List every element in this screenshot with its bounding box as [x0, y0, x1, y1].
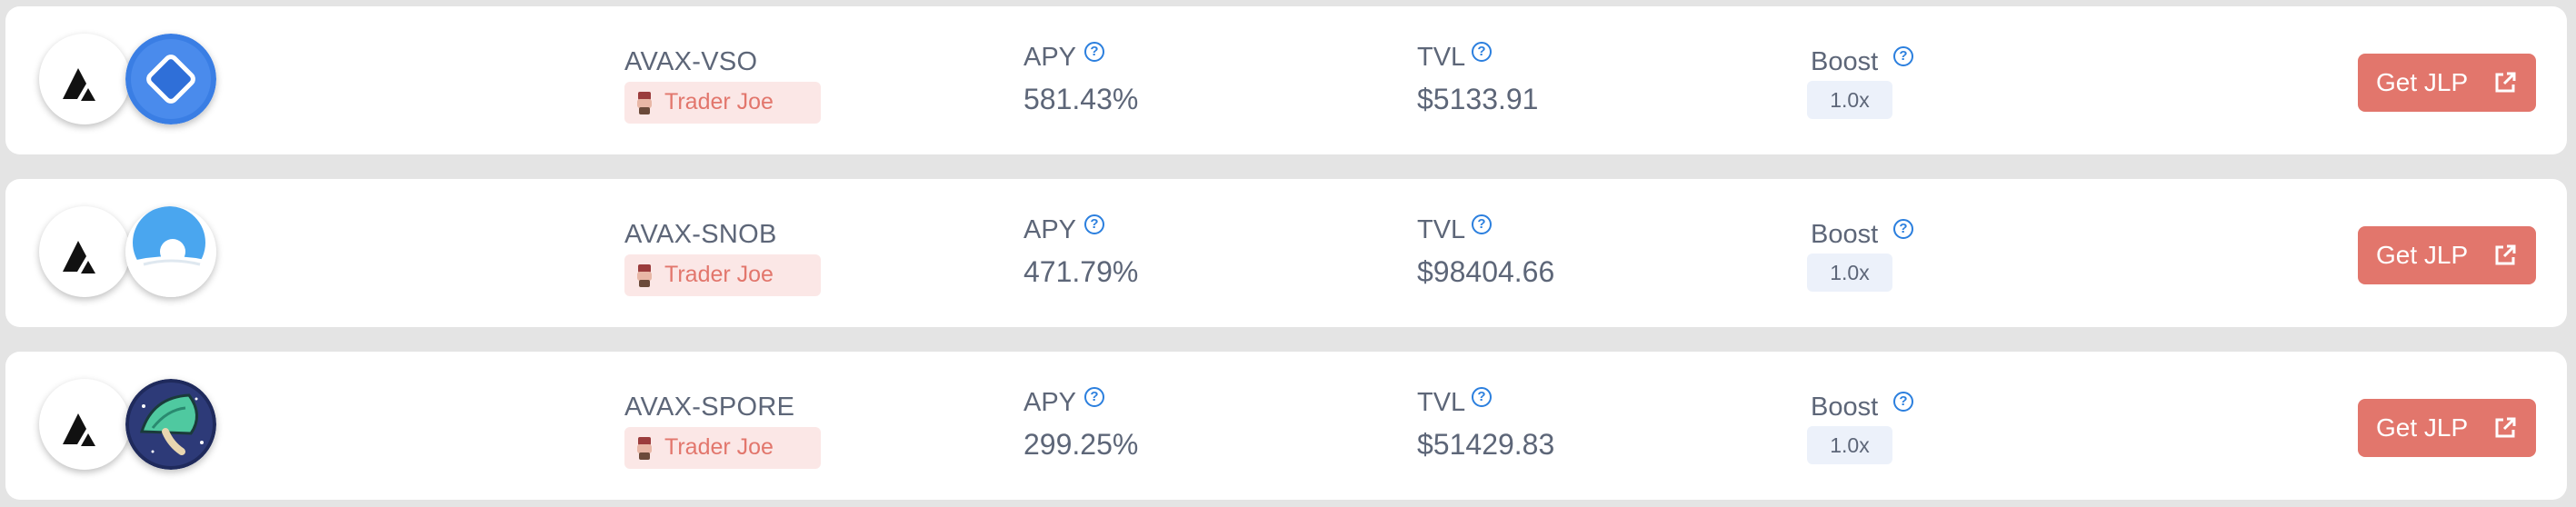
apy-value: 299.25%	[1023, 428, 1139, 461]
tvl-label: TVL	[1417, 388, 1466, 417]
tvl-value: $5133.91	[1417, 83, 1539, 115]
apy-help-icon[interactable]: ?	[1084, 42, 1104, 62]
tvl-help-icon[interactable]: ?	[1472, 42, 1492, 62]
snowball-icon	[125, 206, 216, 297]
get-jlp-button[interactable]: Get JLP	[2358, 399, 2536, 457]
get-jlp-label: Get JLP	[2376, 413, 2469, 442]
apy-label: APY	[1023, 388, 1077, 417]
dex-label: Trader Joe	[664, 434, 774, 460]
dex-badge[interactable]: Trader Joe	[624, 427, 821, 469]
pair-name: AVAX-SNOB	[624, 220, 777, 249]
get-jlp-label: Get JLP	[2376, 68, 2469, 96]
pair-logos	[35, 206, 216, 301]
boost-label: Boost	[1811, 393, 1879, 422]
dex-label: Trader Joe	[664, 262, 774, 287]
dex-badge[interactable]: Trader Joe	[624, 82, 821, 124]
pair-logos	[35, 379, 216, 473]
farm-row: AVAX-SPORE Trader Joe APY ? 299.25% TVL …	[5, 352, 2567, 500]
tvl-label: TVL	[1417, 43, 1466, 72]
avalanche-icon	[39, 206, 130, 297]
get-jlp-button[interactable]: Get JLP	[2358, 54, 2536, 112]
external-link-icon	[2495, 244, 2516, 265]
avalanche-icon	[39, 379, 130, 470]
get-jlp-button[interactable]: Get JLP	[2358, 226, 2536, 284]
boost-value: 1.0x	[1807, 426, 1892, 464]
external-link-icon	[2495, 417, 2516, 438]
boost-label: Boost	[1811, 47, 1879, 76]
farm-row: AVAX-SNOB Trader Joe APY ? 471.79% TVL ?…	[5, 179, 2567, 327]
vso-diamond-icon	[125, 34, 216, 124]
tvl-label: TVL	[1417, 215, 1466, 244]
boost-label: Boost	[1811, 220, 1879, 249]
trader-joe-icon	[637, 264, 652, 287]
boost-value: 1.0x	[1807, 81, 1892, 119]
pair-name: AVAX-SPORE	[624, 393, 795, 422]
apy-help-icon[interactable]: ?	[1084, 214, 1104, 234]
dex-badge[interactable]: Trader Joe	[624, 254, 821, 296]
avalanche-icon	[39, 34, 130, 124]
tvl-help-icon[interactable]: ?	[1472, 214, 1492, 234]
spore-mushroom-icon	[125, 379, 216, 470]
apy-value: 471.79%	[1023, 255, 1139, 288]
tvl-value: $98404.66	[1417, 255, 1555, 288]
boost-help-icon[interactable]: ?	[1893, 392, 1913, 412]
boost-value: 1.0x	[1807, 254, 1892, 292]
boost-help-icon[interactable]: ?	[1893, 46, 1913, 66]
apy-label: APY	[1023, 43, 1077, 72]
trader-joe-icon	[637, 437, 652, 460]
boost-help-icon[interactable]: ?	[1893, 219, 1913, 239]
tvl-value: $51429.83	[1417, 428, 1555, 461]
trader-joe-icon	[637, 92, 652, 114]
pair-logos	[35, 34, 216, 128]
external-link-icon	[2495, 72, 2516, 93]
tvl-help-icon[interactable]: ?	[1472, 387, 1492, 407]
apy-help-icon[interactable]: ?	[1084, 387, 1104, 407]
farm-row: AVAX-VSO Trader Joe APY ? 581.43% TVL ? …	[5, 6, 2567, 154]
pair-name: AVAX-VSO	[624, 47, 758, 76]
dex-label: Trader Joe	[664, 89, 774, 114]
apy-value: 581.43%	[1023, 83, 1139, 115]
get-jlp-label: Get JLP	[2376, 241, 2469, 269]
apy-label: APY	[1023, 215, 1077, 244]
